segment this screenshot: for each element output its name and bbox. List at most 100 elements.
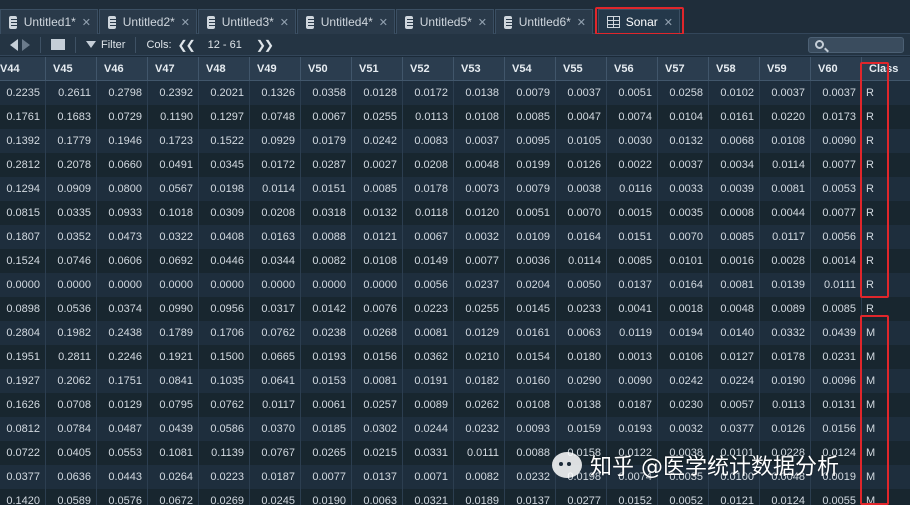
column-header[interactable]: V51	[352, 57, 403, 80]
column-header[interactable]: V54	[505, 57, 556, 80]
table-cell: 0.0056	[811, 225, 862, 249]
table-cell: 0.0137	[505, 489, 556, 505]
table-cell: 0.1921	[148, 345, 199, 369]
table-cell: 0.0318	[301, 201, 352, 225]
tab-untitled4[interactable]: Untitled4* ✕	[297, 9, 395, 34]
table-cell: 0.0071	[403, 465, 454, 489]
table-cell: 0.1683	[46, 105, 97, 129]
table-cell: 0.0050	[556, 273, 607, 297]
table-cell: 0.0322	[148, 225, 199, 249]
table-cell: 0.0077	[811, 153, 862, 177]
table-row: 0.2804 0.1982 0.2438 0.1789 0.1706 0.0762 0.02…	[0, 321, 910, 345]
column-header[interactable]: V58	[709, 57, 760, 80]
class-cell: M	[866, 447, 876, 459]
class-cell: R	[866, 207, 874, 219]
column-header[interactable]: V60	[811, 57, 862, 80]
close-icon[interactable]: ✕	[478, 16, 487, 29]
table-cell: 0.0255	[352, 105, 403, 129]
tab-sonar[interactable]: Sonar ✕	[598, 9, 680, 34]
table-cell: 0.0258	[658, 81, 709, 105]
table-cell: 0.0126	[760, 417, 811, 441]
forward-arrow-icon[interactable]	[22, 38, 30, 51]
file-icon	[306, 15, 315, 29]
table-cell: 0.1626	[0, 393, 46, 417]
search-input[interactable]	[808, 37, 904, 53]
table-cell: 0.2235	[0, 81, 46, 105]
table-cell: 0.0077	[301, 465, 352, 489]
column-header[interactable]: V45	[46, 57, 97, 80]
table-cell: 0.0352	[46, 225, 97, 249]
table-cell: 0.0929	[250, 129, 301, 153]
tab-untitled3[interactable]: Untitled3* ✕	[198, 9, 296, 34]
table-row: 0.2812 0.2078 0.0660 0.0491 0.0345 0.0172 0.02…	[0, 153, 910, 177]
table-cell: 0.0636	[46, 465, 97, 489]
table-cell: 0.0909	[46, 177, 97, 201]
table-cell: 0.0198	[199, 177, 250, 201]
table-cell: 0.0038	[556, 177, 607, 201]
column-header[interactable]: V55	[556, 57, 607, 80]
close-icon[interactable]: ✕	[379, 16, 388, 29]
popout-icon[interactable]	[51, 39, 65, 50]
table-cell: 0.1789	[148, 321, 199, 345]
table-cell: 0.0032	[454, 225, 505, 249]
table-cell: 0.0142	[301, 297, 352, 321]
table-cell: 0.0553	[97, 441, 148, 465]
table-cell: 0.0191	[403, 369, 454, 393]
column-header[interactable]: V49	[250, 57, 301, 80]
table-row: 0.1626 0.0708 0.0129 0.0795 0.0762 0.0117 0.00…	[0, 393, 910, 417]
table-cell: 0.1751	[97, 369, 148, 393]
class-cell: M	[866, 423, 876, 435]
toolbar-divider	[40, 36, 41, 53]
table-cell: 0.0898	[0, 297, 46, 321]
close-icon[interactable]: ✕	[577, 16, 586, 29]
table-cell: 0.0268	[352, 321, 403, 345]
table-cell: 0.0193	[301, 345, 352, 369]
table-cell: 0.0079	[505, 81, 556, 105]
table-cell: 0.1779	[46, 129, 97, 153]
tab-untitled2[interactable]: Untitled2* ✕	[99, 9, 197, 34]
column-header[interactable]: V52	[403, 57, 454, 80]
close-icon[interactable]: ✕	[181, 16, 190, 29]
tab-untitled5[interactable]: Untitled5* ✕	[396, 9, 494, 34]
column-header[interactable]: V53	[454, 57, 505, 80]
table-cell: 0.0576	[97, 489, 148, 505]
filter-button[interactable]: Filter	[86, 39, 125, 51]
class-cell: R	[866, 279, 874, 291]
tab-label: Untitled6*	[518, 15, 571, 29]
table-cell: 0.0321	[403, 489, 454, 505]
table-cell: 0.0070	[658, 225, 709, 249]
column-header[interactable]: V50	[301, 57, 352, 80]
close-icon[interactable]: ✕	[664, 16, 673, 29]
prev-cols-icon[interactable]: ❮❮	[178, 38, 196, 52]
column-header[interactable]: V56	[607, 57, 658, 80]
next-cols-icon[interactable]: ❯❯	[256, 38, 274, 52]
table-cell: 0.0114	[760, 153, 811, 177]
table-cell: 0.0131	[811, 393, 862, 417]
close-icon[interactable]: ✕	[82, 16, 91, 29]
tab-untitled1[interactable]: Untitled1* ✕	[0, 9, 98, 34]
table-cell: 0.0139	[760, 273, 811, 297]
table-cell: 0.0081	[760, 177, 811, 201]
table-cell: 0.0164	[556, 225, 607, 249]
table-cell: 0.0089	[403, 393, 454, 417]
column-header[interactable]: V46	[97, 57, 148, 80]
table-cell: 0.0037	[760, 81, 811, 105]
column-header[interactable]: V48	[199, 57, 250, 80]
table-cell: 0.0164	[658, 273, 709, 297]
column-header[interactable]: V44	[0, 57, 46, 80]
tab-untitled6[interactable]: Untitled6* ✕	[495, 9, 593, 34]
column-header[interactable]: V59	[760, 57, 811, 80]
column-header[interactable]: V57	[658, 57, 709, 80]
table-cell: 0.0473	[97, 225, 148, 249]
table-cell: 0.0000	[0, 273, 46, 297]
file-icon	[207, 15, 216, 29]
table-cell: 0.0109	[505, 225, 556, 249]
back-arrow-icon[interactable]	[10, 38, 18, 51]
table-cell: 0.2798	[97, 81, 148, 105]
close-icon[interactable]: ✕	[280, 16, 289, 29]
column-header[interactable]: Class	[862, 57, 910, 80]
table-cell: 0.0567	[148, 177, 199, 201]
column-header[interactable]: V47	[148, 57, 199, 80]
table-cell: 0.0210	[454, 345, 505, 369]
class-cell: R	[866, 135, 874, 147]
